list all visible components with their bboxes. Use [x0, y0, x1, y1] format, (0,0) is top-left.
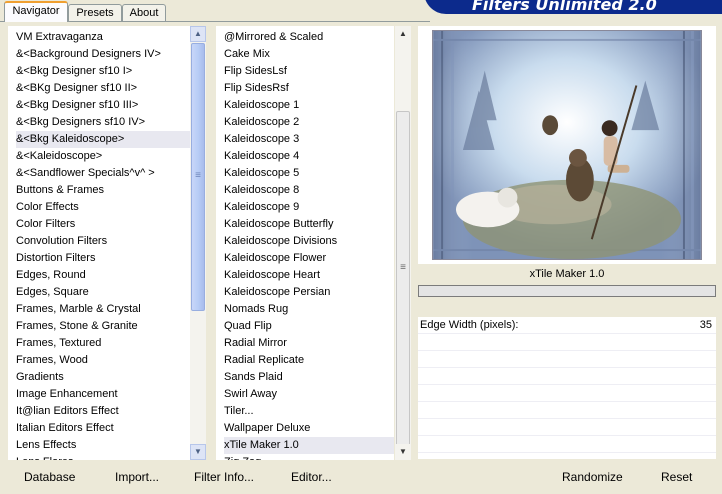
preview-panel [418, 26, 716, 264]
list-item[interactable]: Kaleidoscope 2 [224, 114, 394, 131]
list-item[interactable]: &<Bkg Designer sf10 I> [16, 63, 190, 80]
filter-scrollbar[interactable]: ▲ ≡ ▼ [395, 26, 411, 460]
editor-button[interactable]: Editor... [291, 468, 332, 486]
tab-presets[interactable]: Presets [68, 4, 122, 22]
list-item[interactable]: Color Filters [16, 216, 190, 233]
list-item[interactable]: Lens Flares [16, 454, 190, 460]
reset-button[interactable]: Reset [661, 468, 692, 486]
list-item[interactable]: Convolution Filters [16, 233, 190, 250]
list-item[interactable]: Frames, Marble & Crystal [16, 301, 190, 318]
list-item[interactable]: Lens Effects [16, 437, 190, 454]
list-item[interactable]: Radial Mirror [224, 335, 394, 352]
list-item[interactable]: &<Sandflower Specials^v^ > [16, 165, 190, 182]
list-item[interactable]: &<Bkg Designer sf10 III> [16, 97, 190, 114]
scroll-up-arrow-icon[interactable]: ▲ [395, 26, 411, 42]
list-item[interactable]: Kaleidoscope Flower [224, 250, 394, 267]
preview-image [432, 30, 702, 260]
scroll-down-arrow-icon[interactable]: ▼ [190, 444, 206, 460]
filter-list[interactable]: @Mirrored & Scaled Cake Mix Flip SidesLsf F… [216, 26, 394, 460]
list-item[interactable]: Flip SidesRsf [224, 80, 394, 97]
param-row-edge-width[interactable]: Edge Width (pixels): 35 [418, 317, 716, 334]
param-label: Edge Width (pixels): [420, 319, 519, 331]
list-item[interactable]: Zig Zag [224, 454, 394, 460]
scroll-down-arrow-icon[interactable]: ▼ [395, 444, 411, 460]
list-item[interactable]: Cake Mix [224, 46, 394, 63]
list-item[interactable]: xTile Maker 1.0 [224, 437, 394, 454]
list-item[interactable]: Edges, Square [16, 284, 190, 301]
param-row-empty [418, 334, 716, 351]
list-item[interactable]: Color Effects [16, 199, 190, 216]
scroll-up-arrow-icon[interactable]: ▲ [190, 26, 206, 42]
list-item[interactable]: Edges, Round [16, 267, 190, 284]
list-item[interactable]: It@lian Editors Effect [16, 403, 190, 420]
list-item[interactable]: Kaleidoscope 9 [224, 199, 394, 216]
list-item[interactable]: Nomads Rug [224, 301, 394, 318]
database-button[interactable]: Database [24, 468, 75, 486]
list-item[interactable]: &<Bkg Designers sf10 IV> [16, 114, 190, 131]
tab-bar: Navigator Presets About [0, 0, 430, 22]
list-item[interactable]: Frames, Textured [16, 335, 190, 352]
logo-banner: Filters Unlimited 2.0 [424, 0, 722, 14]
list-item[interactable]: &<Background Designers IV> [16, 46, 190, 63]
list-item[interactable]: &<Kaleidoscope> [16, 148, 190, 165]
list-item[interactable]: Flip SidesLsf [224, 63, 394, 80]
tab-about[interactable]: About [122, 4, 166, 22]
list-item[interactable]: Kaleidoscope Heart [224, 267, 394, 284]
scroll-thumb[interactable]: ≡ [396, 111, 410, 451]
list-item[interactable]: Kaleidoscope 1 [224, 97, 394, 114]
list-item[interactable]: Kaleidoscope Divisions [224, 233, 394, 250]
list-item[interactable]: Swirl Away [224, 386, 394, 403]
list-item[interactable]: Kaleidoscope 8 [224, 182, 394, 199]
list-item[interactable]: Kaleidoscope 5 [224, 165, 394, 182]
filter-name-label: xTile Maker 1.0 [529, 268, 605, 280]
list-item[interactable]: Wallpaper Deluxe [224, 420, 394, 437]
list-item[interactable]: Italian Editors Effect [16, 420, 190, 437]
category-scrollbar[interactable]: ▲ ≡ ▼ [190, 26, 206, 460]
list-item[interactable]: Frames, Stone & Granite [16, 318, 190, 335]
param-value[interactable]: 35 [700, 317, 712, 334]
list-item[interactable]: Image Enhancement [16, 386, 190, 403]
list-item[interactable]: Buttons & Frames [16, 182, 190, 199]
list-item[interactable]: VM Extravaganza [16, 29, 190, 46]
category-list[interactable]: VM Extravaganza &<Background Designers IV… [8, 26, 190, 460]
randomize-button[interactable]: Randomize [562, 468, 623, 486]
parameter-panel: Edge Width (pixels): 35 [418, 317, 716, 459]
param-row-empty [418, 419, 716, 436]
list-item[interactable]: Kaleidoscope 3 [224, 131, 394, 148]
scroll-thumb[interactable]: ≡ [191, 43, 205, 311]
list-item[interactable]: @Mirrored & Scaled [224, 29, 394, 46]
list-item[interactable]: Sands Plaid [224, 369, 394, 386]
list-item[interactable]: Gradients [16, 369, 190, 386]
progress-bar [418, 285, 716, 297]
param-row-empty [418, 385, 716, 402]
list-item[interactable]: Frames, Wood [16, 352, 190, 369]
list-item[interactable]: Tiler... [224, 403, 394, 420]
param-row-empty [418, 436, 716, 453]
tab-navigator[interactable]: Navigator [4, 1, 68, 22]
import-button[interactable]: Import... [115, 468, 159, 486]
param-row-empty [418, 351, 716, 368]
list-item[interactable]: Distortion Filters [16, 250, 190, 267]
list-item[interactable]: Radial Replicate [224, 352, 394, 369]
list-item[interactable]: Quad Flip [224, 318, 394, 335]
param-row-empty [418, 368, 716, 385]
param-row-empty [418, 402, 716, 419]
list-item[interactable]: &<Bkg Kaleidoscope> [16, 131, 190, 148]
list-item[interactable]: Kaleidoscope Persian [224, 284, 394, 301]
filter-info-button[interactable]: Filter Info... [194, 468, 254, 486]
list-item[interactable]: &<BKg Designer sf10 II> [16, 80, 190, 97]
list-item[interactable]: Kaleidoscope Butterfly [224, 216, 394, 233]
list-item[interactable]: Kaleidoscope 4 [224, 148, 394, 165]
